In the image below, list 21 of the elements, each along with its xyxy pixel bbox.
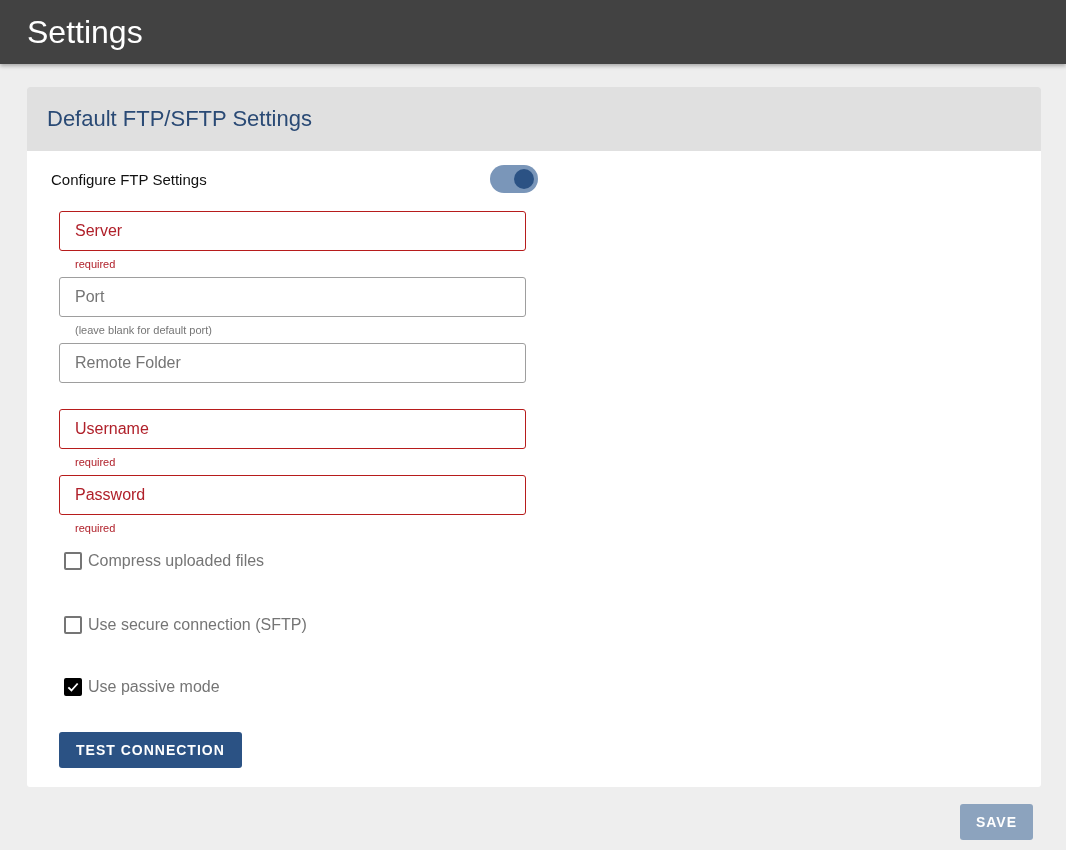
check-icon <box>66 680 80 694</box>
input-field[interactable]: Username <box>59 409 526 449</box>
page-title: Settings <box>27 13 143 51</box>
checkbox[interactable] <box>64 616 82 634</box>
input-field[interactable]: Remote Folder <box>59 343 526 383</box>
toggle-label: Configure FTP Settings <box>51 170 207 188</box>
field-hint: required <box>75 258 116 270</box>
field-hint: required <box>75 522 116 534</box>
section-title: Default FTP/SFTP Settings <box>47 106 312 132</box>
input-field[interactable]: Port <box>59 277 526 317</box>
toggle-switch[interactable] <box>490 165 538 193</box>
checkbox-label: Compress uploaded files <box>88 552 265 570</box>
checkbox[interactable] <box>64 678 82 696</box>
test-connection-button[interactable]: TEST CONNECTION <box>59 732 242 768</box>
checkbox[interactable] <box>64 552 82 570</box>
field-hint: (leave blank for default port) <box>75 324 212 336</box>
checkbox-label: Use passive mode <box>88 678 220 696</box>
field-hint: required <box>75 456 116 468</box>
input-field[interactable]: Password <box>59 475 526 515</box>
input-field[interactable]: Server <box>59 211 526 251</box>
checkbox-label: Use secure connection (SFTP) <box>88 616 307 634</box>
